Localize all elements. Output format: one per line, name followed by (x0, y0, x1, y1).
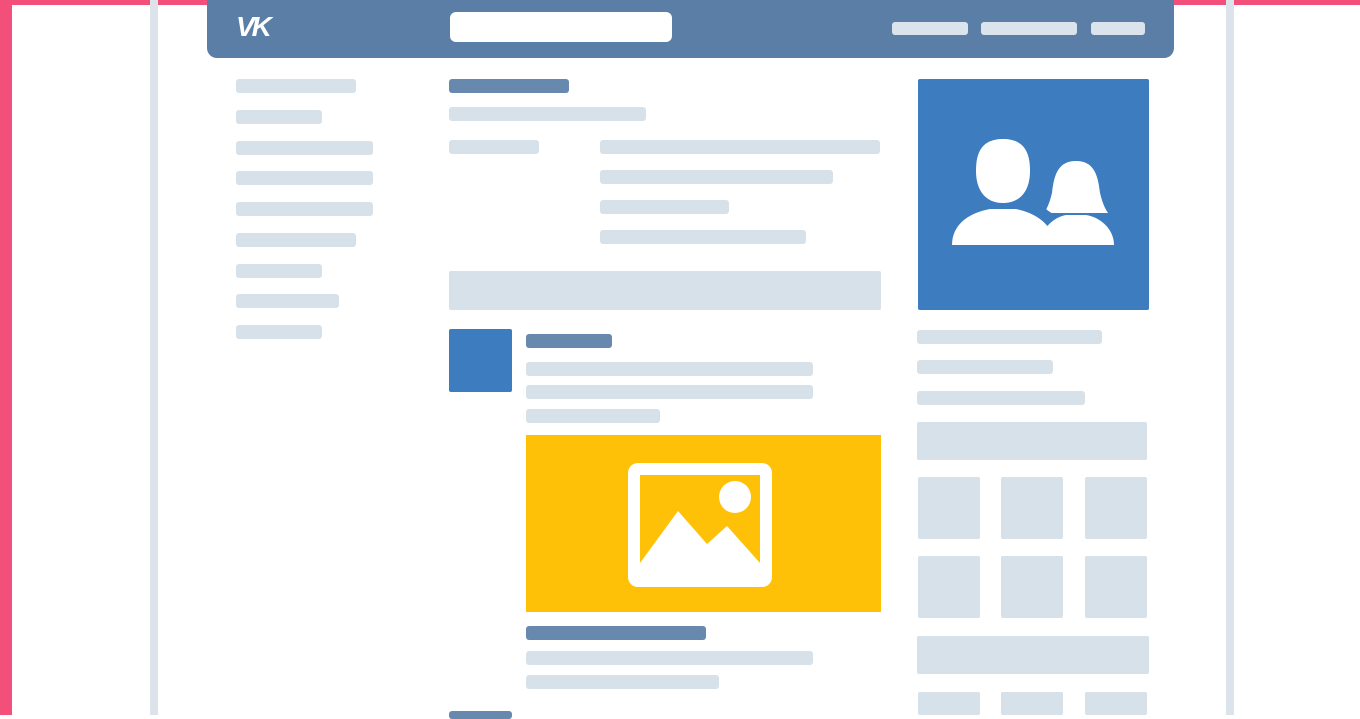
page-frame-left (150, 0, 158, 715)
post-text-line (526, 409, 660, 423)
post-link-title[interactable] (526, 626, 706, 640)
vk-logo[interactable]: VK (236, 12, 272, 42)
sidebar-item[interactable] (236, 264, 322, 278)
friends-header[interactable] (917, 422, 1147, 460)
friend-tile[interactable] (918, 477, 980, 539)
friend-tile[interactable] (1085, 477, 1147, 539)
right-info-line (917, 391, 1085, 405)
post-link-text (526, 651, 813, 665)
people-group-icon (952, 139, 1114, 245)
nav-item-3[interactable] (1091, 22, 1145, 35)
post-text-line (526, 385, 813, 399)
sidebar-item[interactable] (236, 294, 339, 308)
profile-info-label (449, 140, 539, 154)
friend-tile[interactable] (1085, 692, 1147, 715)
image-placeholder-icon (628, 463, 772, 587)
sidebar-item[interactable] (236, 141, 373, 155)
profile-name (449, 79, 569, 93)
right-info-line (917, 360, 1053, 374)
profile-info-value (600, 230, 806, 244)
groups-header[interactable] (917, 636, 1149, 674)
right-info-line (917, 330, 1102, 344)
friend-tile[interactable] (1001, 477, 1063, 539)
friend-tile[interactable] (1001, 556, 1063, 618)
sidebar-item[interactable] (236, 202, 373, 216)
post-text-line (526, 362, 813, 376)
friend-tile[interactable] (918, 692, 980, 715)
nav-item-2[interactable] (981, 22, 1077, 35)
post-link-text (526, 675, 719, 689)
accent-border-left (0, 0, 12, 715)
profile-info-value (600, 140, 880, 154)
post-author[interactable] (526, 334, 612, 348)
sidebar-item[interactable] (236, 79, 356, 93)
search-input[interactable] (450, 12, 672, 42)
sidebar-item[interactable] (236, 233, 356, 247)
profile-status (449, 107, 646, 121)
post-avatar-icon[interactable] (449, 329, 512, 392)
page-frame-right (1226, 0, 1234, 715)
profile-photo[interactable] (918, 79, 1149, 310)
next-post-avatar-icon[interactable] (449, 711, 512, 719)
profile-info-value (600, 170, 833, 184)
friend-tile[interactable] (1001, 692, 1063, 715)
sidebar-item[interactable] (236, 110, 322, 124)
wall-post-input[interactable] (449, 271, 881, 310)
sidebar-item[interactable] (236, 325, 322, 339)
nav-item-1[interactable] (892, 22, 968, 35)
friend-tile[interactable] (1085, 556, 1147, 618)
sidebar-item[interactable] (236, 171, 373, 185)
post-image[interactable] (526, 435, 881, 612)
profile-info-value (600, 200, 729, 214)
friend-tile[interactable] (918, 556, 980, 618)
